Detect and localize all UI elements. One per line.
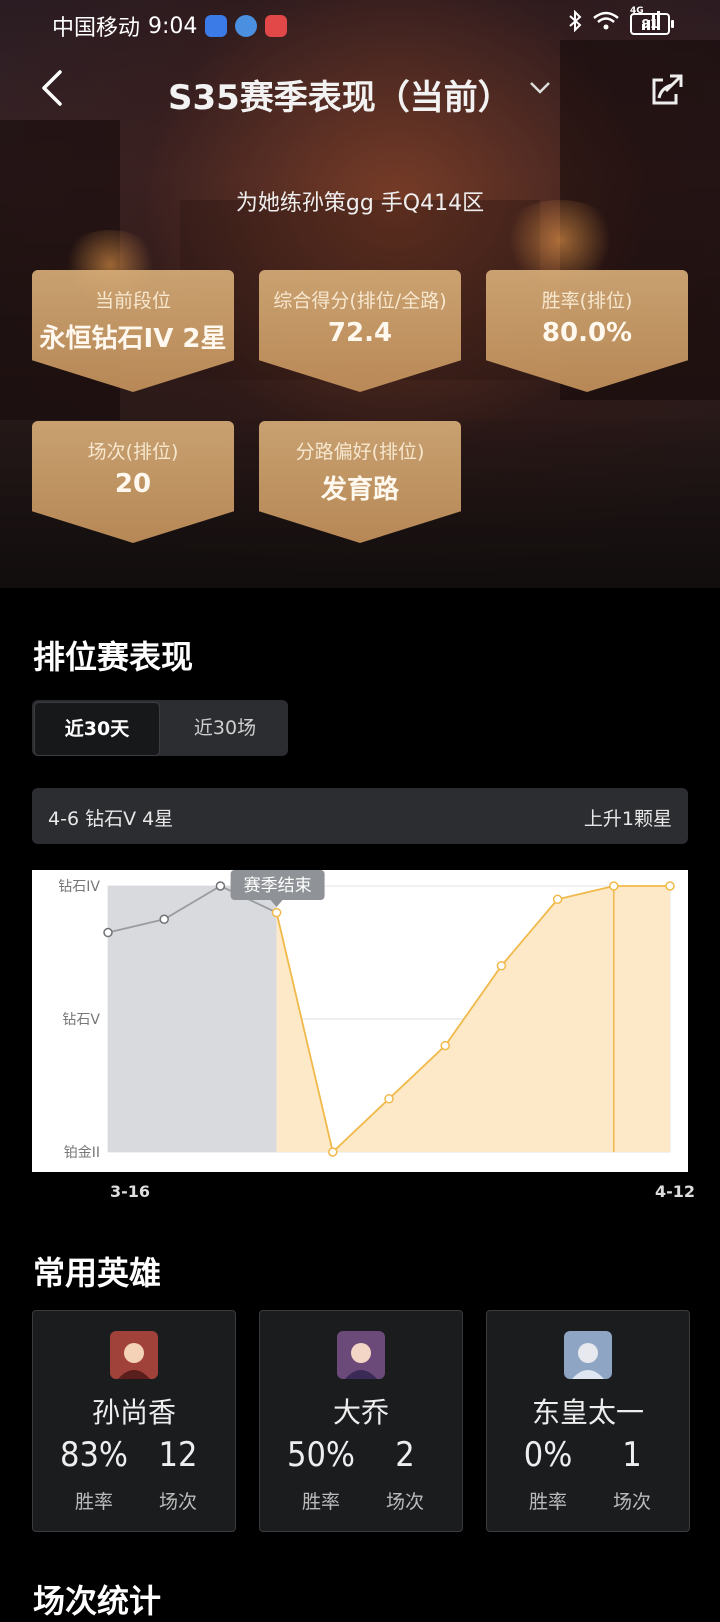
hero-avatar <box>337 1331 385 1379</box>
past-data-point <box>215 881 226 891</box>
games-label: 场次 <box>612 1491 651 1513</box>
battery-indicator: 91 <box>630 13 674 35</box>
hero-winrate: 83% <box>60 1435 128 1475</box>
match-stats-heading: 场次统计 <box>33 1582 162 1620</box>
hero-card[interactable]: 大乔 50% 2 胜率 场次 <box>259 1310 463 1532</box>
hero-card[interactable]: 孙尚香 83% 12 胜率 场次 <box>32 1310 236 1532</box>
top-nav: S35赛季表现（当前） <box>0 58 720 128</box>
stat-value: 永恒钻石IV 2星 <box>39 324 227 354</box>
y-tick-label: 钻石V <box>62 1012 100 1028</box>
wifi-icon <box>593 11 619 30</box>
stat-label: 场次(排位) <box>87 441 179 463</box>
back-arrow-icon[interactable] <box>36 68 76 108</box>
stat-value: 72.4 <box>327 318 393 348</box>
stat-label: 分路偏好(排位) <box>295 441 425 463</box>
y-tick-label: 钻石IV <box>58 879 100 895</box>
carrier-label: 中国移动 <box>52 16 141 41</box>
winrate-label: 胜率 <box>528 1491 567 1513</box>
stat-value: 80.0% <box>541 318 633 348</box>
heroes-heading: 常用英雄 <box>33 1254 162 1292</box>
stat-label: 当前段位 <box>94 290 171 312</box>
browser-app-icon <box>235 15 258 37</box>
tab-30-games[interactable]: 近30场 <box>162 700 288 756</box>
rank-change-bar[interactable]: 4-6 钻石V 4星 上升1颗星 <box>32 788 688 844</box>
rank-trend-chart[interactable]: 钻石IV 钻石V 铂金II 赛季结束 <box>32 870 688 1172</box>
current-data-point <box>496 961 507 971</box>
current-data-point <box>271 907 282 918</box>
past-data-point <box>159 914 169 924</box>
current-data-point <box>440 1040 450 1051</box>
hero-winrate: 0% <box>523 1435 573 1475</box>
hero-avatar <box>110 1331 158 1379</box>
winrate-label: 胜率 <box>74 1491 113 1513</box>
hero-games: 1 <box>622 1435 642 1475</box>
games-label: 场次 <box>158 1491 197 1513</box>
hero-avatar <box>564 1331 612 1379</box>
hero-games: 2 <box>395 1435 415 1475</box>
current-data-point <box>384 1094 394 1104</box>
hero-name: 东皇太一 <box>531 1396 644 1429</box>
shop-app-icon <box>265 15 288 37</box>
past-data-point <box>103 927 113 938</box>
current-data-point <box>328 1147 338 1157</box>
chevron-down-icon[interactable] <box>528 80 552 96</box>
player-info: 为她练孙策gg 手Q414区 <box>235 191 485 216</box>
y-tick-label: 铂金II <box>64 1145 100 1161</box>
winrate-label: 胜率 <box>301 1491 340 1513</box>
stat-label: 综合得分(排位/全路) <box>273 290 447 312</box>
bluetooth-icon <box>569 10 582 32</box>
x-axis-start-label: 3-16 <box>110 1182 151 1201</box>
season-end-tooltip-text: 赛季结束 <box>244 875 312 896</box>
rank-start-label: 4-6 钻石V 4星 <box>48 808 174 830</box>
stat-value: 20 <box>114 469 152 499</box>
games-label: 场次 <box>385 1491 424 1513</box>
tab-30-days[interactable]: 近30天 <box>34 702 160 756</box>
shield-app-icon <box>205 15 228 37</box>
current-data-point <box>552 894 563 905</box>
time-range-tabs: 近30天 近30场 <box>32 700 288 756</box>
hero-winrate: 50% <box>287 1435 355 1475</box>
rank-trend-svg: 钻石IV 钻石V 铂金II 赛季结束 <box>58 870 675 1161</box>
hero-games: 12 <box>158 1435 198 1475</box>
x-axis-end-label: 4-12 <box>655 1182 696 1201</box>
page-title[interactable]: S35赛季表现（当前） <box>168 70 512 119</box>
hero-name: 大乔 <box>332 1396 389 1429</box>
ranked-heading: 排位赛表现 <box>33 638 194 676</box>
share-icon[interactable] <box>648 70 688 110</box>
current-data-point <box>609 881 619 891</box>
current-data-point <box>665 881 675 891</box>
stat-label: 胜率(排位) <box>541 290 633 312</box>
status-bar: 中国移动 9:04 4G 91 <box>0 0 720 46</box>
rank-change-label: 上升1颗星 <box>583 808 672 830</box>
clock: 9:04 <box>148 13 198 39</box>
stat-value: 发育路 <box>320 475 399 505</box>
hero-name: 孙尚香 <box>91 1396 176 1429</box>
hero-card[interactable]: 东皇太一 0% 1 胜率 场次 <box>486 1310 690 1532</box>
